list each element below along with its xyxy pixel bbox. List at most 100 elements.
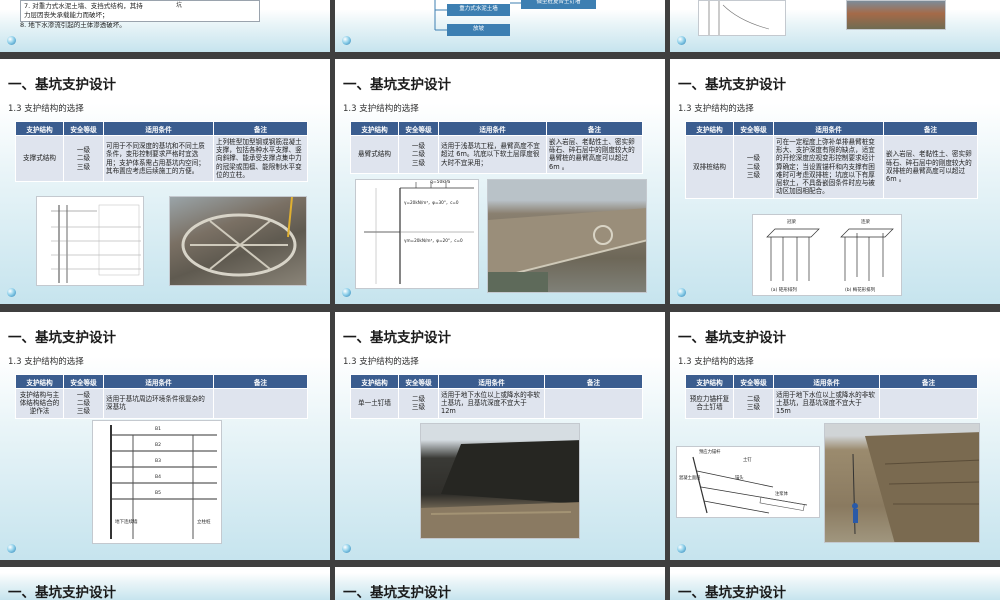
slide-subtitle: 1.3 支护结构的选择 (343, 104, 419, 114)
soil-label-upper: γ=20kN/m³，φ=30°，c=0 (404, 200, 459, 205)
slide-top-left[interactable]: 7. 对重力式水泥土墙、支挡式结构，其持 力层因丧失承载能力而破坏； 坑 8. … (0, 0, 330, 52)
header-structure: 支护结构 (15, 374, 64, 389)
cantilever-site-photo (487, 179, 647, 293)
cell-structure: 双排桩结构 (685, 135, 734, 199)
header-remark: 备注 (883, 121, 978, 136)
slide-prestressed-anchor-wall[interactable]: 一、基坑支护设计 1.3 支护结构的选择 支护结构 安全等级 适用条件 备注 预… (670, 312, 1000, 560)
anchor-wall-drawing: 预应力锚杆 土钉 混凝土面层 锚头 注浆体 (676, 446, 820, 518)
support-table: 支护结构 安全等级 适用条件 备注 预应力锚杆复合土钉墙 二级 三级 适用于地下… (685, 374, 978, 419)
slide-soil-nail-wall[interactable]: 一、基坑支护设计 1.3 支护结构的选择 支护结构 安全等级 适用条件 备注 单… (335, 312, 665, 560)
text-line: 7. 对重力式水泥土墙、支挡式结构，其持 (24, 2, 143, 10)
slide-subtitle: 1.3 支护结构的选择 (678, 357, 754, 367)
anchor-site-photo (824, 423, 980, 543)
support-table: 支护结构 安全等级 适用条件 备注 单一土钉墙 二级 三级 适用于地下水位以上或… (350, 374, 643, 419)
header-structure: 支护结构 (685, 374, 734, 389)
cell-remark (879, 388, 978, 419)
drawing-lines (766, 228, 894, 281)
caption-plum: (b) 梅花形排列 (845, 288, 876, 293)
slide-cantilever-structure[interactable]: 一、基坑支护设计 1.3 支护结构的选择 支护结构 安全等级 适用条件 备注 悬… (335, 59, 665, 304)
side-note: 坑 (176, 2, 183, 9)
cell-levels: 一级 二级 三级 (63, 134, 104, 183)
cell-condition: 适用于地下水位以上或降水的非软土基坑，且基坑深度不宜大于 15m (773, 388, 880, 419)
cell-structure: 预应力锚杆复合土钉墙 (685, 388, 734, 419)
cell-levels: 一级 二级 三级 (63, 388, 104, 419)
support-table: 支护结构 安全等级 适用条件 备注 悬臂式结构 一级 二级 三级 适用于浅基坑工… (350, 121, 643, 174)
header-remark: 备注 (213, 121, 308, 136)
beam-label-a: 冠梁 (787, 220, 796, 225)
cell-condition: 适用于地下水位以上或降水的非软土基坑，且基坑深度不宜大于 12m (438, 388, 545, 419)
slide-title: 一、基坑支护设计 (678, 77, 786, 93)
slide-double-row-pile[interactable]: 一、基坑支护设计 1.3 支护结构的选择 支护结构 安全等级 适用条件 备注 双… (670, 59, 1000, 304)
header-structure: 支护结构 (350, 374, 399, 389)
cell-structure: 支护结构与主体结构结合的逆作法 (15, 388, 64, 419)
slide-top-middle[interactable]: 重力式水泥土墙 放坡 微型桩复合土钉墙 (335, 0, 665, 52)
slide-icon (677, 36, 686, 45)
header-condition: 适用条件 (103, 374, 214, 389)
drawing-lines (51, 204, 141, 283)
slide-icon (342, 544, 351, 553)
slide-title: 一、基坑支护设计 (343, 585, 451, 600)
load-label: q=50kPa (430, 180, 451, 185)
slide-subtitle: 1.3 支护结构的选择 (8, 357, 84, 367)
face-label: 混凝土面层 (679, 476, 701, 481)
slide-title: 一、基坑支护设计 (8, 77, 116, 93)
slide-icon (677, 288, 686, 297)
floor-label: B5 (155, 491, 161, 496)
header-remark: 备注 (544, 374, 643, 389)
strut-site-photo (169, 196, 307, 286)
slide-subtitle: 1.3 支护结构的选择 (343, 357, 419, 367)
nail-label: 土钉 (743, 458, 752, 463)
slide-subtitle: 1.3 支护结构的选择 (8, 104, 84, 114)
cell-condition: 可用于不同深度的基坑和不同土质条件，变形控制要求严格时宜选用；支护体系需占用基坑… (103, 134, 214, 183)
header-condition: 适用条件 (103, 121, 214, 136)
header-structure: 支护结构 (15, 121, 64, 136)
slide-title: 一、基坑支护设计 (343, 330, 451, 346)
floor-label: B4 (155, 475, 161, 480)
cell-remark: 嵌入岩层、老黏性土、密实卵砾石、碎石层中的刚度较大的双排桩的悬臂高度可以超过 6… (883, 135, 978, 199)
cell-condition: 可在一定程度上弥补单排悬臂桩变形大、支护深度有限的缺点，适宜的开挖深度应视变形控… (773, 135, 884, 199)
flow-box: 重力式水泥土墙 (447, 4, 510, 16)
slide-top-right[interactable] (670, 0, 1000, 52)
anchor-label: 预应力锚杆 (699, 450, 721, 455)
head-label: 锚头 (735, 476, 744, 481)
support-table: 支护结构 安全等级 适用条件 备注 双排桩结构 一级 二级 三级 可在一定程度上… (685, 121, 978, 199)
slide-icon (342, 36, 351, 45)
cell-levels: 一级 二级 三级 (733, 135, 774, 199)
slide-bottom-right[interactable]: 一、基坑支护设计 (670, 567, 1000, 600)
cell-remark: 上列桩型加型钢或钢筋混凝土支撑，包括各种水平支撑、竖向斜撑、能承受支撑点集中力的… (213, 134, 308, 183)
cantilever-drawing: q=50kPa γ=20kN/m³，φ=30°，c=0 γm=20kN/m³，φ… (355, 179, 479, 289)
site-photo (846, 0, 946, 30)
header-condition: 适用条件 (773, 121, 884, 136)
cell-structure: 悬臂式结构 (350, 135, 399, 174)
soil-label-lower: γm=20kN/m³，φ=20°，c=0 (404, 238, 463, 243)
slide-title: 一、基坑支护设计 (8, 585, 116, 600)
section-drawing (698, 0, 786, 36)
drawing-lines (364, 182, 474, 284)
header-condition: 适用条件 (773, 374, 880, 389)
caption-rect: (a) 矩形排列 (771, 288, 797, 293)
photo-sketch (181, 197, 297, 277)
header-condition: 适用条件 (438, 121, 547, 136)
header-structure: 支护结构 (350, 121, 399, 136)
cell-levels: 二级 三级 (733, 388, 774, 419)
flow-box: 放坡 (447, 24, 510, 36)
header-remark: 备注 (546, 121, 643, 136)
slide-title: 一、基坑支护设计 (678, 330, 786, 346)
floor-label: B2 (155, 443, 161, 448)
slide-bottom-middle[interactable]: 一、基坑支护设计 (335, 567, 665, 600)
slide-title: 一、基坑支护设计 (8, 330, 116, 346)
header-remark: 备注 (879, 374, 978, 389)
photo-sketch (488, 208, 646, 292)
slide-bottom-left[interactable]: 一、基坑支护设计 (0, 567, 330, 600)
header-structure: 支护结构 (685, 121, 734, 136)
flow-box: 微型桩复合土钉墙 (521, 0, 596, 9)
top-down-method-drawing: B1 B2 B3 B4 B5 地下连续墙 立柱桩 (92, 420, 222, 544)
slide-strut-structure[interactable]: 一、基坑支护设计 1.3 支护结构的选择 支护结构 安全等级 适用条件 备注 支… (0, 59, 330, 304)
photo-sketch (852, 432, 979, 542)
slide-title: 一、基坑支护设计 (343, 77, 451, 93)
slide-icon (7, 544, 16, 553)
slide-combined-structure[interactable]: 一、基坑支护设计 1.3 支护结构的选择 支护结构 安全等级 适用条件 备注 支… (0, 312, 330, 560)
drawing-lines (708, 1, 770, 35)
drawing-lines (110, 425, 217, 539)
cell-structure: 支撑式结构 (15, 134, 64, 183)
